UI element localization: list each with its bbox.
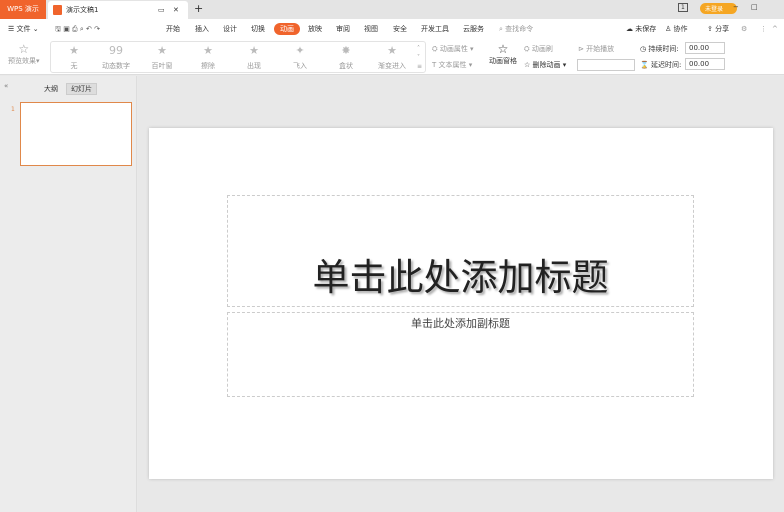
delay-label-text: 延迟时间:: [650, 61, 682, 69]
effect-box[interactable]: ✸ 盒状: [326, 44, 366, 71]
effect-blinds[interactable]: ★ 百叶窗: [142, 44, 182, 71]
share-button[interactable]: ⇪ 分享: [707, 23, 729, 35]
collab-button[interactable]: ♙ 协作: [665, 23, 688, 35]
tab-animation[interactable]: 动画: [274, 23, 300, 35]
duration-label: ◷ 持续时间:: [640, 45, 679, 53]
tab-view[interactable]: 视图: [364, 23, 378, 35]
tab-transition[interactable]: 切换: [251, 23, 265, 35]
document-tab-label: 演示文稿1: [66, 6, 99, 14]
anim-props-label: 动画属性: [439, 45, 468, 53]
effect-label: 百叶窗: [151, 62, 173, 70]
delete-anim-label: 删除动画: [532, 61, 561, 69]
collab-label: 协作: [673, 25, 688, 33]
title-bar: WPS 演示 演示文稿1 ▭ ✕ + 1 未登录 − □: [0, 0, 784, 19]
file-label: 文件: [16, 25, 31, 33]
tab-design[interactable]: 设计: [223, 23, 237, 35]
tab-review[interactable]: 审阅: [336, 23, 350, 35]
effect-gallery: ★ 无 99 动态数字 ★ 百叶窗 ★ 擦除 ★ 出现 ✦ 飞入 ✸ 盒状 ★ 渐变进入 ˄ ˅ ≡: [50, 41, 426, 73]
duration-input[interactable]: 00.00: [685, 42, 725, 54]
quick-access-icons[interactable]: 🖫 ▣ ⎙ ⌕ ↶ ↷: [55, 23, 100, 35]
anim-brush-label: 动画刷: [531, 45, 553, 53]
effect-label: 动态数字: [102, 62, 130, 70]
slide-thumbnail[interactable]: [20, 102, 132, 166]
file-menu[interactable]: ☰ 文件 ⌄: [8, 23, 39, 35]
effect-label: 飞入: [293, 62, 307, 70]
tab-start[interactable]: 开始: [166, 23, 180, 35]
title-placeholder[interactable]: 单击此处添加标题: [227, 195, 694, 307]
effect-wipe[interactable]: ★ 擦除: [188, 44, 228, 71]
slide-number: 1: [11, 106, 15, 113]
preview-label: 预览效果: [8, 57, 36, 65]
number-icon: 99: [109, 44, 123, 57]
anim-pane-button[interactable]: ☆ 动画窗格: [489, 42, 517, 66]
text-props-label: 文本属性: [438, 61, 467, 69]
anim-brush-button[interactable]: ⛭ 动画刷: [524, 44, 553, 54]
effect-label: 无: [70, 62, 78, 70]
menu-bar: ☰ 文件 ⌄ 🖫 ▣ ⎙ ⌕ ↶ ↷ 开始 插入 设计 切换 动画 放映 审阅 …: [0, 19, 784, 39]
subtitle-placeholder[interactable]: 单击此处添加副标题: [227, 312, 694, 397]
document-tab[interactable]: 演示文稿1 ▭ ✕: [48, 1, 188, 19]
title-placeholder-text: 单击此处添加标题: [312, 256, 609, 299]
unsaved-button[interactable]: ☁ 未保存: [626, 23, 656, 35]
search-command[interactable]: ⌕ 查找命令: [499, 23, 533, 35]
star-icon: ★: [157, 44, 167, 57]
effect-label: 擦除: [201, 62, 215, 70]
tab-cloud[interactable]: 云服务: [463, 23, 484, 35]
star-icon: ★: [249, 44, 259, 57]
monitor-icon[interactable]: ▭: [158, 1, 165, 19]
effect-fade-in[interactable]: ★ 渐变进入: [372, 44, 412, 71]
effect-fly-in[interactable]: ✦ 飞入: [280, 44, 320, 71]
tab-developer[interactable]: 开发工具: [421, 23, 449, 35]
star-pane-icon: ☆: [497, 42, 509, 56]
effect-none[interactable]: ★ 无: [54, 44, 94, 71]
settings-icon[interactable]: ⚙: [741, 23, 747, 35]
star-icon: ★: [387, 44, 397, 57]
start-play-label: 开始播放: [586, 45, 615, 53]
effect-appear[interactable]: ★ 出现: [234, 44, 274, 71]
start-play-button[interactable]: ⊳ 开始播放: [578, 44, 614, 54]
tab-security[interactable]: 安全: [393, 23, 407, 35]
star-icon: ★: [69, 44, 79, 57]
preview-star-icon: ☆: [18, 42, 30, 56]
tab-slideshow[interactable]: 放映: [308, 23, 322, 35]
wps-home-tab[interactable]: WPS 演示: [0, 0, 46, 19]
collapse-panel-icon[interactable]: «: [4, 82, 8, 90]
search-label: 查找命令: [505, 25, 534, 33]
page-indicator[interactable]: 1: [678, 3, 688, 12]
effect-label: 出现: [247, 62, 261, 70]
slide-panel: « 大纲 幻灯片 1: [0, 76, 137, 512]
ribbon: ☆ 预览效果▾ ★ 无 99 动态数字 ★ 百叶窗 ★ 擦除 ★ 出现 ✦ 飞入 ✸ 盒状 ★ 渐…: [0, 39, 784, 75]
effect-label: 盒状: [339, 62, 353, 70]
preview-effect-button[interactable]: ☆ 预览效果▾: [8, 42, 40, 66]
star-icon: ✦: [295, 44, 305, 57]
anim-pane-label: 动画窗格: [489, 57, 517, 65]
delay-input[interactable]: 00.00: [685, 58, 725, 70]
effect-dynamic-number[interactable]: 99 动态数字: [96, 44, 136, 71]
tab-slides[interactable]: 幻灯片: [66, 83, 97, 95]
text-props-button[interactable]: T 文本属性 ▾: [432, 60, 472, 70]
collapse-ribbon-icon[interactable]: ^: [772, 23, 778, 35]
delete-anim-button[interactable]: ☆ 删除动画 ▾: [524, 60, 566, 70]
minimize-button[interactable]: −: [733, 3, 739, 11]
tab-outline[interactable]: 大纲: [44, 84, 58, 94]
unsaved-label: 未保存: [635, 25, 657, 33]
duration-label-text: 持续时间:: [648, 45, 679, 53]
login-button[interactable]: 未登录: [700, 3, 738, 14]
gallery-scroll[interactable]: ˄ ˅ ≡: [417, 44, 422, 71]
start-trigger-select[interactable]: [577, 59, 635, 71]
maximize-button[interactable]: □: [751, 3, 758, 11]
anim-props-button[interactable]: ⛭ 动画属性 ▾: [432, 44, 474, 54]
presentation-icon: [53, 5, 62, 15]
delay-label: ⌛ 延迟时间:: [640, 61, 682, 69]
new-tab-button[interactable]: +: [194, 2, 203, 15]
star-icon: ★: [203, 44, 213, 57]
tab-insert[interactable]: 插入: [195, 23, 209, 35]
subtitle-placeholder-text: 单击此处添加副标题: [411, 317, 510, 330]
close-tab-icon[interactable]: ✕: [173, 1, 179, 19]
more-icon[interactable]: ⋮: [760, 23, 767, 35]
effect-label: 渐变进入: [378, 62, 406, 70]
share-label: 分享: [715, 25, 730, 33]
star-icon: ✸: [341, 44, 351, 57]
